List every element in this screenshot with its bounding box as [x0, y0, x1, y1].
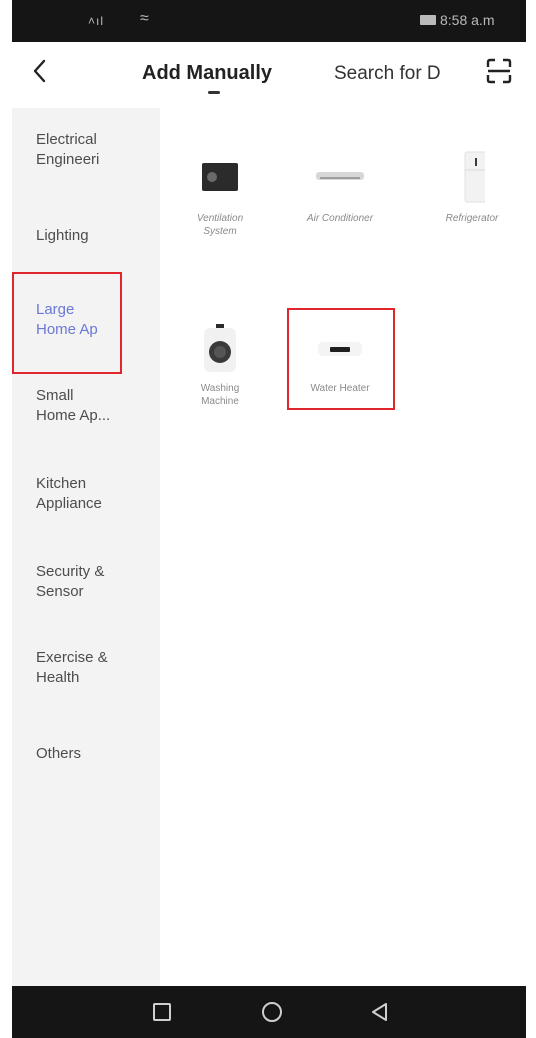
status-time: 8:58 a.m	[440, 12, 495, 28]
status-bar: ˄ıl ≈ 8:58 a.m	[12, 0, 526, 42]
sidebar-item-label: Electrical Engineeri	[36, 131, 100, 168]
sidebar-item-label: Kitchen Appliance	[36, 475, 102, 512]
air-conditioner-icon	[310, 146, 370, 206]
category-sidebar: Electrical Engineeri Lighting Large Home…	[12, 108, 160, 986]
device-grid: Ventilation System Air Conditioner Refri…	[160, 108, 526, 986]
signal-icon: ˄ıl	[88, 14, 105, 28]
sidebar-item-label: Lighting	[36, 227, 89, 244]
device-air-conditioner[interactable]: Air Conditioner	[285, 146, 395, 225]
sidebar-item-small-home-appliances[interactable]: Small Home Ap...	[12, 386, 160, 426]
annotation-highlight-category	[12, 272, 122, 374]
sidebar-item-lighting[interactable]: Lighting	[12, 226, 160, 246]
chevron-left-icon	[33, 59, 46, 83]
sidebar-item-label: Security & Sensor	[36, 563, 105, 600]
system-nav-bar	[12, 986, 526, 1038]
wifi-icon: ≈	[140, 10, 149, 27]
ventilation-icon	[190, 146, 250, 206]
battery-icon	[420, 15, 436, 25]
sidebar-item-electrical[interactable]: Electrical Engineeri	[12, 130, 160, 170]
scan-icon[interactable]	[486, 58, 512, 84]
device-name: Washing Machine	[200, 383, 240, 407]
sidebar-item-security-sensor[interactable]: Security & Sensor	[12, 562, 160, 602]
sidebar-item-exercise-health[interactable]: Exercise & Health	[12, 648, 160, 688]
circle-icon	[262, 1002, 282, 1022]
device-name: Refrigerator	[445, 213, 499, 224]
device-washing-machine[interactable]: Washing Machine	[165, 316, 275, 408]
device-refrigerator[interactable]: Refrigerator	[400, 146, 510, 225]
device-ventilation-system[interactable]: Ventilation System	[165, 146, 275, 238]
triangle-back-icon	[372, 1003, 387, 1021]
refrigerator-icon	[425, 146, 490, 206]
square-icon	[153, 1003, 171, 1021]
device-name: Air Conditioner	[306, 213, 374, 224]
annotation-highlight-device	[287, 308, 395, 410]
sidebar-item-others[interactable]: Others	[12, 744, 160, 764]
search-link[interactable]: Search for D	[334, 63, 441, 85]
device-name: Ventilation System	[196, 213, 244, 237]
sidebar-item-kitchen-appliance[interactable]: Kitchen Appliance	[12, 474, 160, 514]
washing-machine-icon	[190, 316, 250, 376]
home-button[interactable]	[260, 1000, 284, 1024]
header: Add Manually Search for D	[12, 42, 526, 108]
recent-apps-button[interactable]	[150, 1000, 174, 1024]
phone-screen: ˄ıl ≈ 8:58 a.m Add Manually Search for D	[12, 0, 526, 1038]
title-underline	[208, 91, 220, 94]
page-title: Add Manually	[142, 62, 273, 84]
back-button[interactable]	[30, 58, 62, 90]
sidebar-item-label: Exercise & Health	[36, 649, 108, 686]
sidebar-item-label: Small Home Ap...	[36, 387, 111, 424]
back-nav-button[interactable]	[368, 1000, 392, 1024]
sidebar-item-label: Others	[36, 745, 82, 762]
